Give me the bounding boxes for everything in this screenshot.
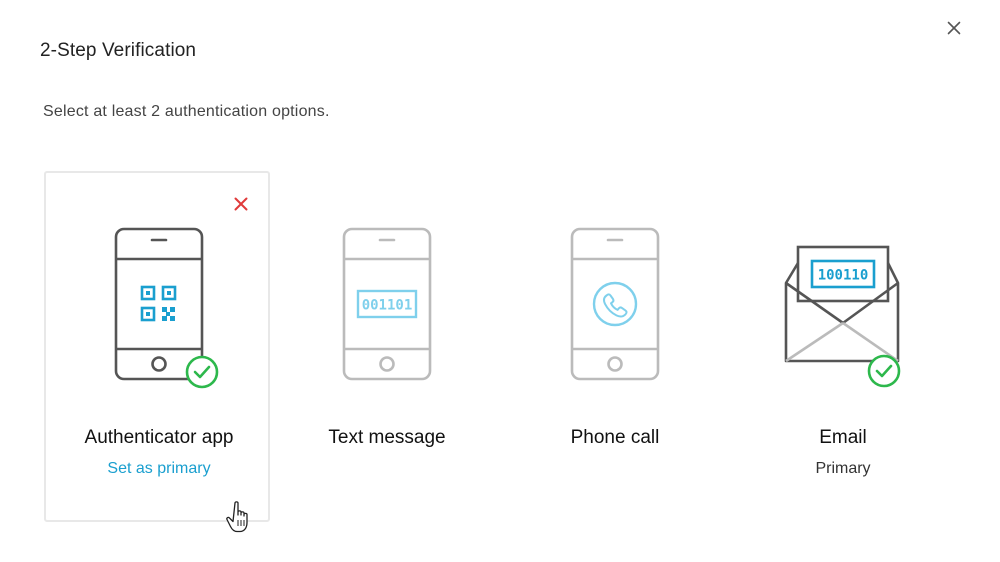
option-email[interactable]: 100110 Email Primary (728, 171, 954, 522)
option-label: Authenticator app (84, 427, 234, 448)
option-label: Text message (328, 427, 446, 448)
dialog-subtitle: Select at least 2 authentication options… (43, 103, 330, 120)
email-code-text: 100110 (818, 268, 869, 284)
phone-call-icon (570, 227, 660, 381)
phone-sms-icon: 001101 (342, 227, 432, 381)
envelope-icon: 100110 (784, 245, 901, 388)
two-step-verification-dialog: 2-Step Verification Select at least 2 au… (0, 0, 1000, 562)
option-phone-call[interactable]: Phone call (500, 171, 726, 522)
option-authenticator-app[interactable]: Authenticator app Set as primary (44, 171, 270, 522)
option-label: Phone call (570, 427, 660, 448)
phone-qr-icon (114, 227, 219, 389)
primary-status-label: Primary (815, 460, 871, 477)
option-label: Email (819, 427, 867, 448)
dialog-title: 2-Step Verification (40, 40, 197, 61)
close-button[interactable] (942, 16, 966, 40)
sms-code-text: 001101 (362, 298, 413, 314)
set-as-primary-link[interactable]: Set as primary (46, 460, 272, 478)
close-icon (947, 21, 961, 35)
option-text-message[interactable]: 001101 Text message (272, 171, 498, 522)
